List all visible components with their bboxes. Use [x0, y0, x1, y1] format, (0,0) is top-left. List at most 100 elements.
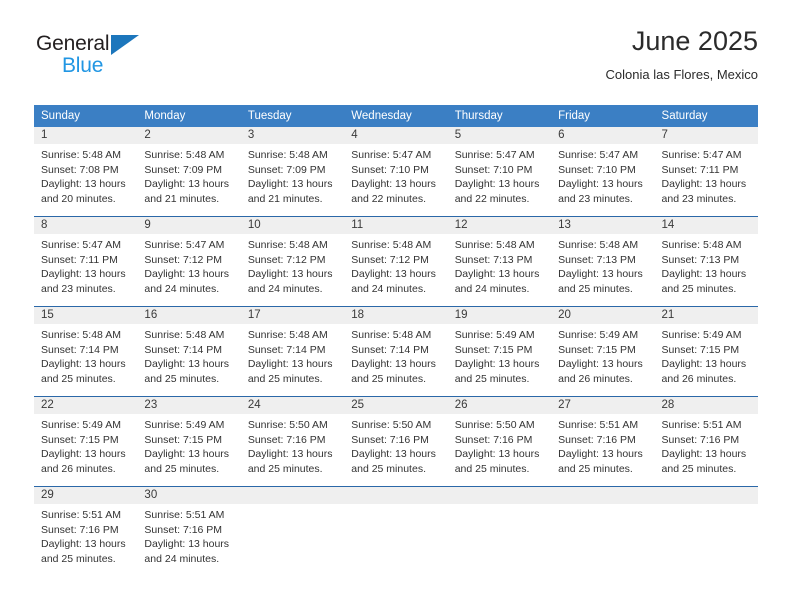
sunrise-text: Sunrise: 5:51 AM: [558, 419, 639, 431]
calendar-day-cell[interactable]: 19 Sunrise: 5:49 AM Sunset: 7:15 PM Dayligh…: [447, 306, 552, 397]
daylight-text-line1: Daylight: 13 hours: [144, 178, 230, 190]
calendar-day-cell[interactable]: 26 Sunrise: 5:50 AM Sunset: 7:16 PM Dayligh…: [447, 396, 552, 487]
calendar-day-cell[interactable]: 11 Sunrise: 5:48 AM Sunset: 7:12 PM Dayligh…: [344, 216, 448, 307]
calendar-empty-cell: [240, 486, 345, 576]
calendar-day-cell[interactable]: 25 Sunrise: 5:50 AM Sunset: 7:16 PM Dayligh…: [344, 396, 448, 487]
calendar-day-cell[interactable]: 20 Sunrise: 5:49 AM Sunset: 7:15 PM Dayligh…: [551, 306, 655, 397]
day-number: 18: [344, 307, 448, 324]
sunrise-text: Sunrise: 5:49 AM: [144, 419, 225, 431]
calendar-day-cell[interactable]: 8 Sunrise: 5:47 AM Sunset: 7:11 PM Daylight…: [34, 216, 138, 307]
daylight-text-line1: Daylight: 13 hours: [454, 268, 540, 280]
sunset-text: Sunset: 7:11 PM: [661, 163, 739, 176]
calendar-day-cell[interactable]: 13 Sunrise: 5:48 AM Sunset: 7:13 PM Dayligh…: [551, 216, 655, 307]
calendar-day-cell[interactable]: 27 Sunrise: 5:51 AM Sunset: 7:16 PM Dayligh…: [551, 396, 655, 487]
sunrise-text: Sunrise: 5:48 AM: [558, 239, 639, 251]
daylight-text-line1: Daylight: 13 hours: [41, 178, 126, 190]
sunrise-text: Sunrise: 5:51 AM: [144, 509, 225, 521]
daylight-text-line1: Daylight: 13 hours: [144, 538, 230, 550]
sunset-text: Sunset: 7:09 PM: [144, 163, 223, 176]
day-details: Sunrise: 5:48 AM Sunset: 7:09 PM Daylight:…: [137, 144, 240, 216]
sunrise-text: Sunrise: 5:47 AM: [661, 149, 742, 161]
day-number: 12: [447, 217, 552, 234]
day-details: [551, 504, 654, 566]
day-number: 22: [34, 397, 138, 414]
sunset-text: Sunset: 7:13 PM: [661, 253, 740, 266]
calendar-day-cell[interactable]: 17 Sunrise: 5:48 AM Sunset: 7:14 PM Dayligh…: [240, 306, 345, 397]
calendar-day-cell[interactable]: 16 Sunrise: 5:48 AM Sunset: 7:14 PM Dayligh…: [137, 306, 241, 397]
day-details: Sunrise: 5:48 AM Sunset: 7:12 PM Daylight:…: [344, 234, 447, 306]
general-blue-logo[interactable]: General Blue: [36, 32, 216, 88]
day-details: Sunrise: 5:48 AM Sunset: 7:08 PM Daylight:…: [34, 144, 137, 216]
calendar-day-cell[interactable]: 6 Sunrise: 5:47 AM Sunset: 7:10 PM Daylight…: [551, 127, 655, 217]
daylight-text-line2: and 24 minutes.: [454, 282, 530, 295]
day-details: Sunrise: 5:47 AM Sunset: 7:10 PM Daylight:…: [448, 144, 551, 216]
calendar-day-cell[interactable]: 9 Sunrise: 5:47 AM Sunset: 7:12 PM Daylight…: [137, 216, 241, 307]
sunrise-text: Sunrise: 5:49 AM: [41, 419, 121, 431]
logo-triangle-icon: [111, 35, 139, 55]
sunset-text: Sunset: 7:15 PM: [661, 343, 740, 356]
sunset-text: Sunset: 7:16 PM: [661, 433, 740, 446]
day-number: [344, 487, 448, 504]
calendar-day-cell[interactable]: 18 Sunrise: 5:48 AM Sunset: 7:14 PM Dayligh…: [344, 306, 448, 397]
day-number: 21: [654, 307, 758, 324]
day-details: Sunrise: 5:49 AM Sunset: 7:15 PM Daylight:…: [551, 324, 654, 396]
calendar-day-cell[interactable]: 30 Sunrise: 5:51 AM Sunset: 7:16 PM Dayligh…: [137, 486, 241, 576]
sunrise-text: Sunrise: 5:48 AM: [661, 239, 742, 251]
calendar-day-cell[interactable]: 28 Sunrise: 5:51 AM Sunset: 7:16 PM Dayligh…: [654, 396, 758, 487]
sunset-text: Sunset: 7:16 PM: [144, 523, 223, 536]
calendar-day-cell[interactable]: 10 Sunrise: 5:48 AM Sunset: 7:12 PM Dayligh…: [240, 216, 345, 307]
day-number: 3: [240, 127, 345, 144]
calendar-day-cell[interactable]: 1 Sunrise: 5:48 AM Sunset: 7:08 PM Daylight…: [34, 127, 138, 217]
logo-word-blue: Blue: [62, 54, 104, 77]
calendar-day-cell[interactable]: 24 Sunrise: 5:50 AM Sunset: 7:16 PM Dayligh…: [240, 396, 345, 487]
daylight-text-line2: and 25 minutes.: [41, 552, 116, 565]
daylight-text-line1: Daylight: 13 hours: [247, 358, 333, 370]
daylight-text-line1: Daylight: 13 hours: [351, 178, 436, 190]
sunset-text: Sunset: 7:11 PM: [41, 253, 118, 266]
calendar-day-cell[interactable]: 3 Sunrise: 5:48 AM Sunset: 7:09 PM Daylight…: [240, 127, 345, 217]
daylight-text-line2: and 25 minutes.: [661, 282, 737, 295]
day-details: Sunrise: 5:51 AM Sunset: 7:16 PM Daylight:…: [137, 504, 240, 576]
sunrise-text: Sunrise: 5:47 AM: [41, 239, 121, 251]
sunset-text: Sunset: 7:16 PM: [558, 433, 636, 446]
sunrise-text: Sunrise: 5:51 AM: [661, 419, 742, 431]
page-header: General Blue June 2025 Colonia las Flore…: [34, 24, 758, 94]
calendar-day-cell[interactable]: 7 Sunrise: 5:47 AM Sunset: 7:11 PM Daylight…: [654, 127, 758, 217]
sunset-text: Sunset: 7:15 PM: [454, 343, 533, 356]
calendar-day-cell[interactable]: 5 Sunrise: 5:47 AM Sunset: 7:10 PM Daylight…: [447, 127, 552, 217]
daylight-text-line1: Daylight: 13 hours: [454, 448, 540, 460]
daylight-text-line2: and 24 minutes.: [247, 282, 323, 295]
sunset-text: Sunset: 7:09 PM: [247, 163, 326, 176]
daylight-text-line2: and 24 minutes.: [351, 282, 426, 295]
location-subtitle: Colonia las Flores, Mexico: [605, 67, 758, 82]
calendar-day-cell[interactable]: 4 Sunrise: 5:47 AM Sunset: 7:10 PM Daylight…: [344, 127, 448, 217]
day-number: 24: [240, 397, 345, 414]
calendar-day-cell[interactable]: 21 Sunrise: 5:49 AM Sunset: 7:15 PM Dayligh…: [654, 306, 758, 397]
page-title: June 2025: [631, 26, 758, 56]
sunrise-text: Sunrise: 5:48 AM: [41, 329, 121, 341]
calendar-week-row: 1 Sunrise: 5:48 AM Sunset: 7:08 PM Daylight…: [34, 127, 758, 217]
sunrise-text: Sunrise: 5:47 AM: [454, 149, 535, 161]
calendar-day-cell[interactable]: 14 Sunrise: 5:48 AM Sunset: 7:13 PM Dayligh…: [654, 216, 758, 307]
daylight-text-line1: Daylight: 13 hours: [661, 448, 747, 460]
day-number: 20: [551, 307, 655, 324]
calendar-day-cell[interactable]: 15 Sunrise: 5:48 AM Sunset: 7:14 PM Dayligh…: [34, 306, 138, 397]
weekday-header-tuesday: Tuesday: [240, 105, 345, 127]
daylight-text-line1: Daylight: 13 hours: [558, 178, 643, 190]
calendar-day-cell[interactable]: 22 Sunrise: 5:49 AM Sunset: 7:15 PM Dayligh…: [34, 396, 138, 487]
calendar-day-cell[interactable]: 23 Sunrise: 5:49 AM Sunset: 7:15 PM Dayligh…: [137, 396, 241, 487]
sunset-text: Sunset: 7:15 PM: [144, 433, 223, 446]
calendar-day-cell[interactable]: 29 Sunrise: 5:51 AM Sunset: 7:16 PM Dayligh…: [34, 486, 138, 576]
daylight-text-line2: and 25 minutes.: [661, 462, 737, 475]
sunrise-text: Sunrise: 5:49 AM: [661, 329, 742, 341]
day-details: [344, 504, 447, 566]
day-details: Sunrise: 5:49 AM Sunset: 7:15 PM Daylight:…: [655, 324, 758, 396]
day-number: 13: [551, 217, 655, 234]
day-details: Sunrise: 5:51 AM Sunset: 7:16 PM Daylight:…: [34, 504, 137, 576]
daylight-text-line2: and 21 minutes.: [144, 192, 220, 205]
day-number: 17: [240, 307, 345, 324]
daylight-text-line1: Daylight: 13 hours: [558, 448, 643, 460]
sunset-text: Sunset: 7:14 PM: [41, 343, 119, 356]
calendar-day-cell[interactable]: 2 Sunrise: 5:48 AM Sunset: 7:09 PM Daylight…: [137, 127, 241, 217]
calendar-day-cell[interactable]: 12 Sunrise: 5:48 AM Sunset: 7:13 PM Dayligh…: [447, 216, 552, 307]
